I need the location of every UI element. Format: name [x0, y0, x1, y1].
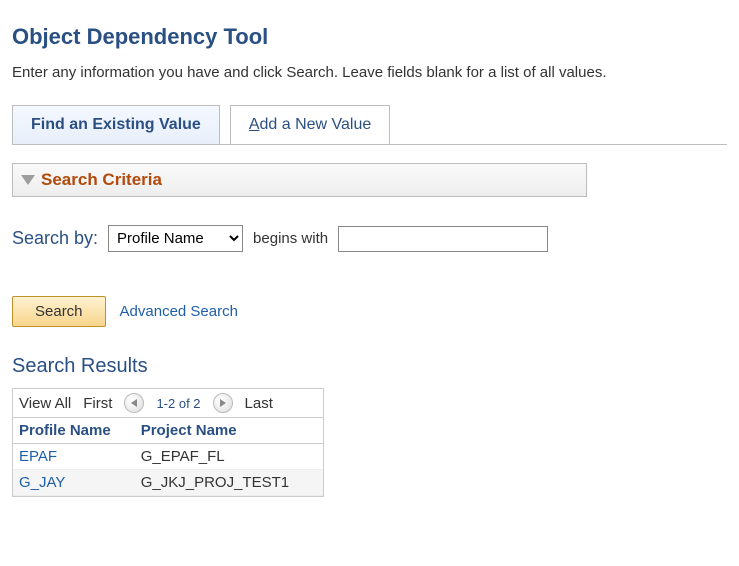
- results-grid: View All First 1-2 of 2 Last Profile Nam…: [12, 388, 324, 497]
- search-row: Search by: Profile Name begins with: [12, 225, 727, 252]
- search-value-input[interactable]: [338, 226, 548, 252]
- advanced-search-link[interactable]: Advanced Search: [120, 303, 238, 320]
- action-row: Search Advanced Search: [12, 296, 727, 327]
- next-page-button[interactable]: [213, 393, 233, 413]
- search-results-title: Search Results: [12, 355, 727, 378]
- search-operator-text: begins with: [253, 230, 328, 247]
- search-by-label: Search by:: [12, 228, 98, 249]
- results-table: Profile Name Project Name EPAF G_EPAF_FL…: [13, 417, 323, 496]
- results-count: 1-2 of 2: [156, 396, 200, 411]
- profile-link[interactable]: EPAF: [19, 448, 57, 465]
- results-nav: View All First 1-2 of 2 Last: [13, 389, 323, 417]
- chevron-right-icon: [220, 399, 226, 407]
- page-title: Object Dependency Tool: [12, 24, 727, 50]
- col-header-profile[interactable]: Profile Name: [13, 418, 135, 444]
- instructions-text: Enter any information you have and click…: [12, 64, 727, 81]
- first-label: First: [83, 395, 112, 412]
- tab-add-new-rest: dd a New Value: [259, 116, 371, 133]
- tab-add-new-hotkey: A: [249, 116, 260, 133]
- tab-add-new[interactable]: Add a New Value: [230, 105, 390, 145]
- last-label: Last: [245, 395, 273, 412]
- col-header-project[interactable]: Project Name: [135, 418, 323, 444]
- prev-page-button[interactable]: [124, 393, 144, 413]
- tab-find-existing[interactable]: Find an Existing Value: [12, 105, 220, 145]
- project-cell: G_JKJ_PROJ_TEST1: [135, 470, 323, 496]
- search-criteria-label: Search Criteria: [41, 170, 162, 190]
- project-cell: G_EPAF_FL: [135, 444, 323, 470]
- chevron-left-icon: [131, 399, 137, 407]
- profile-link[interactable]: G_JAY: [19, 474, 65, 491]
- table-row: EPAF G_EPAF_FL: [13, 444, 323, 470]
- search-button[interactable]: Search: [12, 296, 106, 327]
- view-all-link[interactable]: View All: [19, 395, 71, 412]
- search-criteria-header[interactable]: Search Criteria: [12, 163, 587, 197]
- tab-strip: Find an Existing Value Add a New Value: [12, 105, 727, 145]
- search-field-select[interactable]: Profile Name: [108, 225, 243, 252]
- disclosure-triangle-icon: [21, 175, 35, 185]
- table-row: G_JAY G_JKJ_PROJ_TEST1: [13, 470, 323, 496]
